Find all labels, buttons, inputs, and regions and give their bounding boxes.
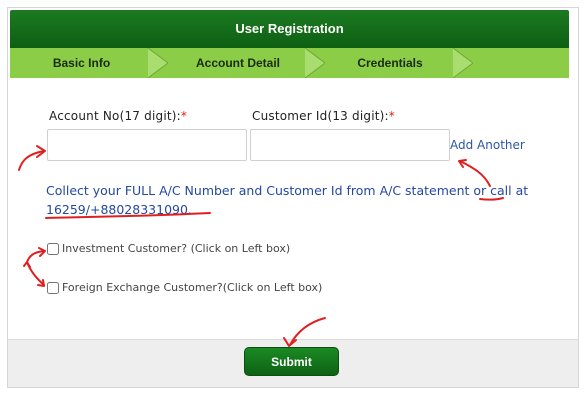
foreign-exchange-label: Foreign Exchange Customer?(Click on Left… <box>62 281 323 294</box>
foreign-exchange-option[interactable]: Foreign Exchange Customer?(Click on Left… <box>47 281 322 294</box>
account-no-label-text: Account No(17 digit): <box>49 109 181 123</box>
info-text: Collect your FULL A/C Number and Custome… <box>46 183 529 217</box>
required-mark: * <box>180 109 188 123</box>
customer-id-label: Customer Id(13 digit):* <box>252 109 395 123</box>
investment-customer-option[interactable]: Investment Customer? (Click on Left box) <box>47 242 290 255</box>
step-credentials: Credentials <box>357 56 423 70</box>
submit-button[interactable]: Submit <box>244 347 339 376</box>
investment-customer-label: Investment Customer? (Click on Left box) <box>62 242 291 255</box>
step-basic-info: Basic Info <box>52 56 111 70</box>
customer-id-input[interactable] <box>250 129 450 161</box>
step-separator-icon <box>305 48 325 78</box>
step-separator-icon <box>148 48 168 78</box>
step-account-detail: Account Detail <box>195 56 280 70</box>
panel-title: User Registration <box>10 10 569 48</box>
customer-id-label-text: Customer Id(13 digit): <box>252 109 389 123</box>
add-another-link[interactable]: Add Another <box>450 138 525 152</box>
required-mark: * <box>388 109 395 123</box>
account-no-label: Account No(17 digit):* <box>49 109 187 123</box>
foreign-exchange-checkbox[interactable] <box>47 281 59 294</box>
step-separator-icon <box>453 48 473 78</box>
account-no-input[interactable] <box>47 129 247 161</box>
step-bar: Basic Info Account Detail Credentials <box>10 48 569 78</box>
investment-customer-checkbox[interactable] <box>47 242 59 255</box>
